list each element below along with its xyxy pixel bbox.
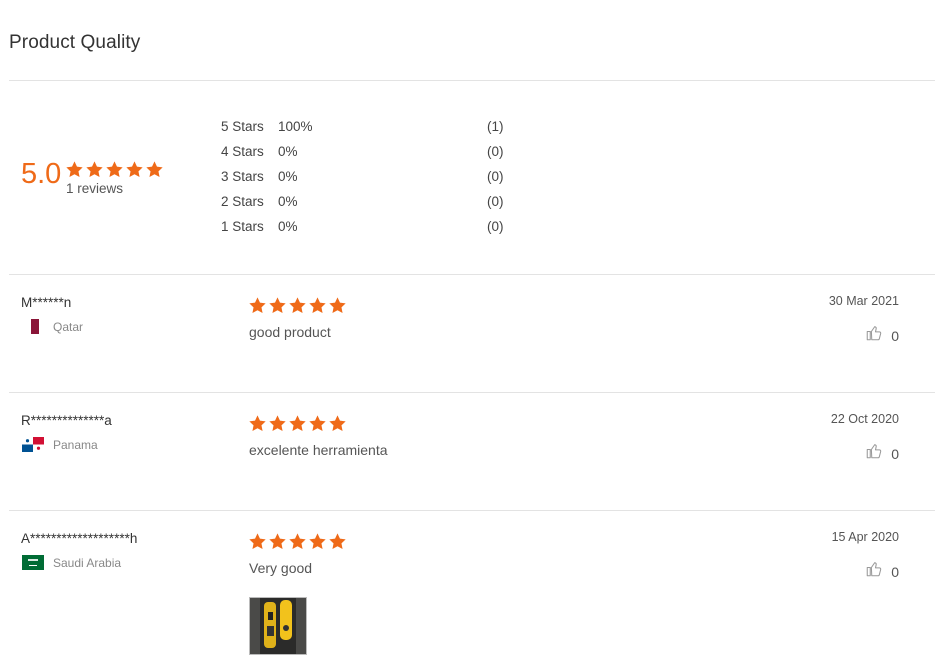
star-icon [329, 297, 346, 314]
distribution-percent: 0% [278, 219, 298, 234]
distribution-percent: 100% [278, 119, 313, 134]
review-stars [248, 296, 347, 315]
distribution-percent: 0% [278, 194, 298, 209]
like-count: 0 [891, 563, 899, 580]
review-date: 30 Mar 2021 [828, 294, 899, 308]
divider [9, 80, 935, 81]
average-rating-stars [65, 160, 164, 179]
distribution-label: 2 Stars [221, 194, 264, 209]
distribution-percent: 0% [278, 169, 298, 184]
reviewer-country: Saudi Arabia [22, 555, 121, 570]
distribution-label: 4 Stars [221, 144, 264, 159]
star-icon [249, 533, 266, 550]
thumbs-up-icon[interactable] [865, 560, 891, 583]
review-date: 22 Oct 2020 [830, 412, 899, 426]
star-icon [249, 415, 266, 432]
distribution-count: (0) [487, 144, 504, 159]
star-icon [106, 161, 123, 178]
star-icon [289, 533, 306, 550]
distribution-count: (1) [487, 119, 504, 134]
country-name: Saudi Arabia [53, 555, 122, 570]
distribution-count: (0) [487, 219, 504, 234]
star-icon [249, 297, 266, 314]
star-icon [329, 415, 346, 432]
star-icon [289, 415, 306, 432]
star-icon [309, 415, 326, 432]
reviewer-name: R**************a [21, 413, 112, 428]
star-icon [289, 297, 306, 314]
star-icon [269, 415, 286, 432]
star-icon [269, 533, 286, 550]
distribution-count: (0) [487, 169, 504, 184]
distribution-count: (0) [487, 194, 504, 209]
reviewer-country: Qatar [22, 319, 83, 334]
qatar-flag-icon [22, 319, 44, 334]
review-date: 15 Apr 2020 [831, 530, 899, 544]
like-button[interactable]: 0 [865, 560, 899, 583]
star-icon [146, 161, 163, 178]
review-text: Very good [249, 560, 313, 576]
like-count: 0 [891, 445, 899, 462]
review-item: A*******************h Saudi Arabia Very … [0, 510, 946, 668]
reviewer-name: A*******************h [21, 531, 138, 546]
star-icon [126, 161, 143, 178]
panama-flag-icon [22, 437, 44, 452]
review-item: M******n Qatar good product 30 Mar 2021 … [0, 274, 946, 392]
like-button[interactable]: 0 [865, 442, 899, 465]
distribution-percent: 0% [278, 144, 298, 159]
thumbs-up-icon[interactable] [865, 324, 891, 347]
distribution-label: 3 Stars [221, 169, 264, 184]
star-icon [269, 297, 286, 314]
review-stars [248, 532, 347, 551]
review-item: R**************a Panama excelente herram… [0, 392, 946, 510]
star-icon [66, 161, 83, 178]
like-button[interactable]: 0 [865, 324, 899, 347]
distribution-label: 5 Stars [221, 119, 264, 134]
review-text: excelente herramienta [249, 442, 388, 458]
star-icon [309, 297, 326, 314]
saudi-arabia-flag-icon [22, 555, 44, 570]
star-icon [86, 161, 103, 178]
average-rating: 5.0 [21, 158, 62, 190]
reviewer-name: M******n [21, 295, 72, 310]
reviewer-country: Panama [22, 437, 98, 452]
thumbs-up-icon[interactable] [865, 442, 891, 465]
review-photo-thumbnail[interactable] [249, 597, 307, 655]
review-text: good product [249, 324, 331, 340]
distribution-label: 1 Stars [221, 219, 264, 234]
review-count: 1 reviews [66, 181, 124, 196]
star-icon [329, 533, 346, 550]
country-name: Panama [53, 437, 98, 452]
page-title: Product Quality [9, 32, 141, 53]
country-name: Qatar [53, 319, 84, 334]
review-stars [248, 414, 347, 433]
like-count: 0 [891, 327, 899, 344]
star-icon [309, 533, 326, 550]
